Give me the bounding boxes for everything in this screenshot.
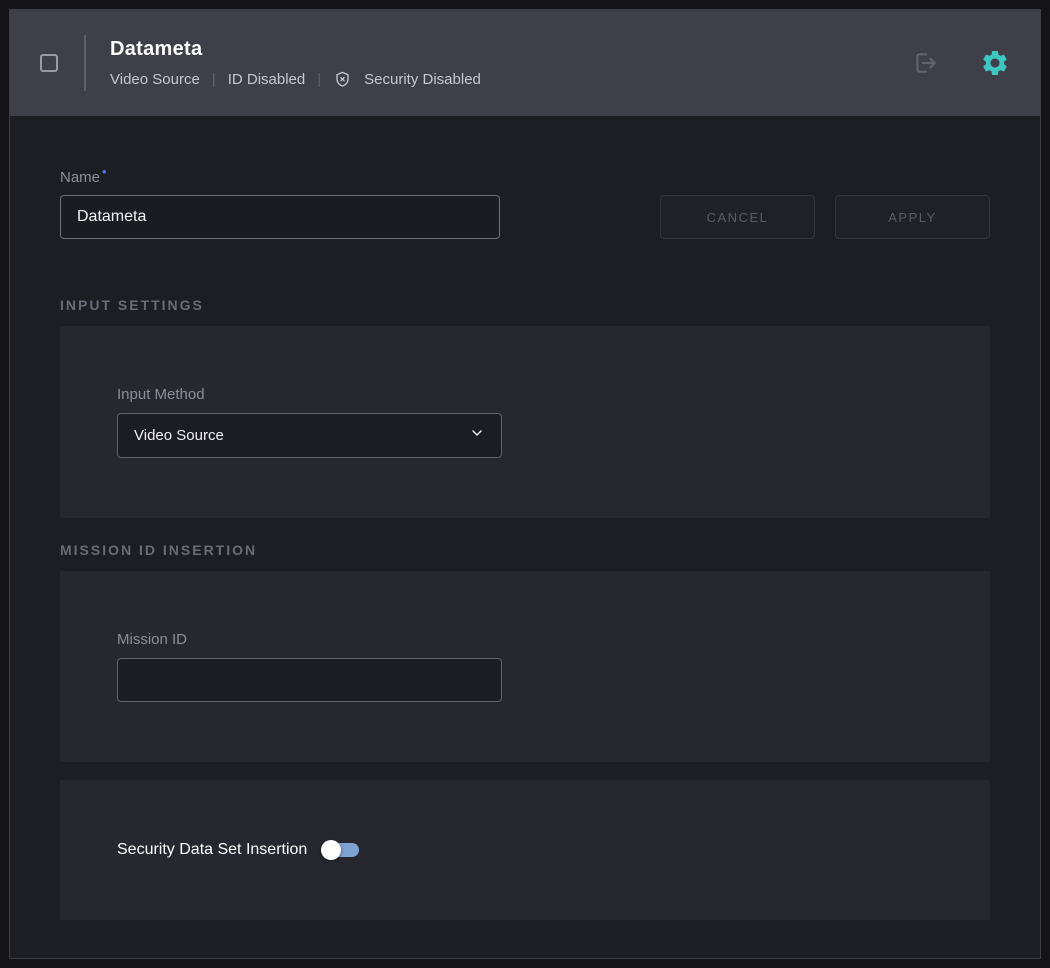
mission-id-input[interactable] <box>117 658 502 702</box>
datameta-settings-panel: Datameta Video Source | ID Disabled | Se… <box>9 9 1041 959</box>
title-block: Datameta Video Source | ID Disabled | Se… <box>110 38 481 89</box>
status-row: Video Source | ID Disabled | Security Di… <box>110 70 481 89</box>
status-id-disabled: ID Disabled <box>228 71 306 88</box>
cancel-button[interactable]: CANCEL <box>660 195 815 239</box>
toggle-knob <box>321 840 341 860</box>
apply-button[interactable]: APPLY <box>835 195 990 239</box>
chevron-down-icon <box>469 425 485 446</box>
page-title: Datameta <box>110 38 481 61</box>
gear-icon[interactable] <box>980 48 1010 78</box>
name-input[interactable] <box>60 195 500 239</box>
section-heading-mission-id: MISSION ID INSERTION <box>60 542 990 558</box>
security-toggle-label: Security Data Set Insertion <box>117 841 307 859</box>
name-field-group: Name• <box>60 164 500 239</box>
required-indicator: • <box>102 164 107 179</box>
panel-header: Datameta Video Source | ID Disabled | Se… <box>10 10 1040 116</box>
name-label: Name• <box>60 164 500 186</box>
section-heading-input-settings: INPUT SETTINGS <box>60 297 990 313</box>
app-window: Datameta Video Source | ID Disabled | Se… <box>0 0 1050 968</box>
mission-id-label: Mission ID <box>117 631 933 648</box>
status-security-disabled: Security Disabled <box>364 71 481 88</box>
input-method-select[interactable]: Video Source <box>117 413 502 458</box>
export-icon[interactable] <box>912 50 938 76</box>
shield-disabled-icon <box>333 70 352 89</box>
mission-id-card: Mission ID <box>60 571 990 762</box>
form-actions: CANCEL APPLY <box>660 195 990 239</box>
name-row: Name• CANCEL APPLY <box>60 164 990 239</box>
header-divider <box>84 35 86 91</box>
select-checkbox[interactable] <box>40 54 58 72</box>
header-actions <box>912 48 1010 78</box>
status-input-method: Video Source <box>110 71 200 88</box>
security-toggle[interactable] <box>321 840 359 860</box>
security-card: Security Data Set Insertion <box>60 780 990 920</box>
input-method-value: Video Source <box>134 427 224 444</box>
status-separator: | <box>212 71 216 88</box>
status-separator: | <box>317 71 321 88</box>
panel-body: Name• CANCEL APPLY INPUT SETTINGS Input … <box>10 116 1040 958</box>
input-settings-card: Input Method Video Source <box>60 326 990 518</box>
input-method-label: Input Method <box>117 386 933 403</box>
